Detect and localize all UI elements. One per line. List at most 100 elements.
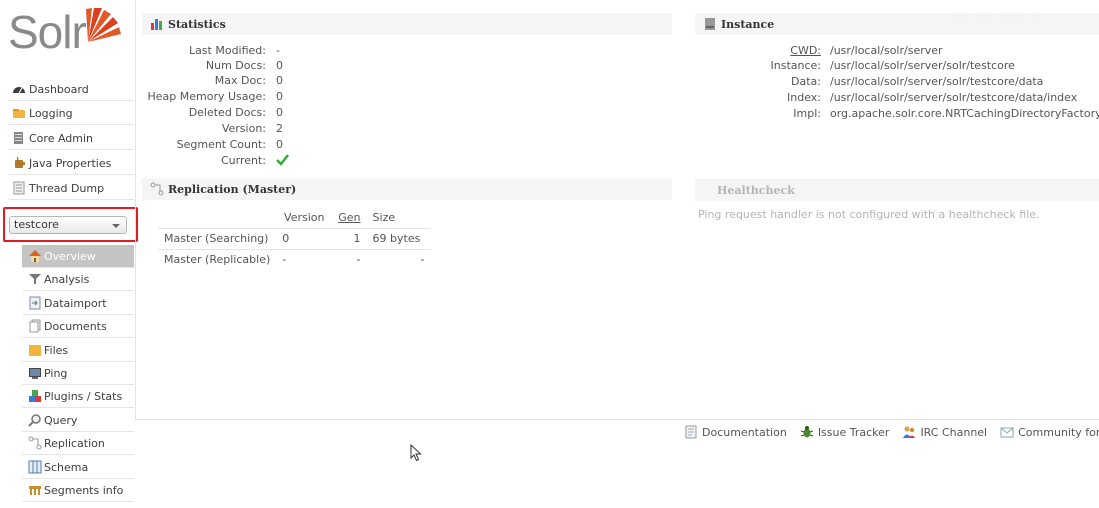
core-menu-item-replication[interactable]: Replication [22, 432, 134, 455]
instance-row-impl: Impl: org.apache.solr.core.NRTCachingDir… [0, 106, 1099, 121]
ping-icon [28, 366, 42, 380]
replication-table: Version Gen Size Master (Searching) 0 1 … [158, 208, 431, 270]
funnel-icon [28, 272, 42, 286]
stat-value: 2 [276, 122, 283, 135]
magnifier-icon [28, 413, 42, 427]
stat-row-current: Current: [0, 153, 400, 168]
stat-label: Version: [221, 122, 266, 135]
stat-row-segment-count: Segment Count: 0 [0, 137, 400, 152]
bar-chart-icon [150, 17, 164, 31]
core-selector-highlight: testcore [3, 207, 138, 242]
core-menu-label: Segments info [44, 483, 124, 497]
instance-row-index: Index: /usr/local/solr/server/solr/testc… [0, 90, 1099, 105]
bug-icon [800, 425, 814, 439]
table-row: Master (Replicable) - - - [158, 249, 431, 270]
instance-label: Impl: [793, 107, 821, 120]
footer-link-community-forum[interactable]: Community forur [1000, 425, 1099, 439]
table-header-row: Version Gen Size [158, 208, 431, 228]
thread-dump-icon [12, 181, 26, 195]
healthcheck-message: Ping request handler is not configured w… [698, 208, 1040, 221]
instance-row-instance: Instance: /usr/local/solr/server/solr/te… [0, 58, 1099, 73]
footer-links: Documentation Issue Tracker IRC Channel … [684, 423, 1099, 441]
row-size: - [420, 253, 425, 267]
core-selector-value: testcore [14, 218, 59, 231]
core-menu-item-overview[interactable]: Overview [22, 245, 134, 268]
replication-icon [150, 182, 164, 196]
stat-row-version: Version: 2 [0, 121, 400, 136]
stat-value: 0 [276, 138, 283, 151]
instance-row-cwd: CWD: /usr/local/solr/server [0, 43, 1099, 58]
core-menu-label: Files [44, 343, 69, 357]
footer-link-irc-channel[interactable]: IRC Channel [902, 425, 987, 439]
stat-label: Current: [220, 154, 266, 167]
footer-link-documentation[interactable]: Documentation [684, 425, 787, 439]
instance-value: /usr/local/solr/server [830, 44, 943, 57]
core-menu-item-files[interactable]: Files [22, 339, 134, 362]
instance-value: org.apache.solr.core.NRTCachingDirectory… [830, 107, 1099, 120]
instance-label: Data: [791, 75, 821, 88]
irc-icon [902, 425, 916, 439]
documentation-icon [684, 425, 698, 439]
sidebar-item-thread-dump[interactable]: Thread Dump [8, 177, 134, 200]
instance-title: Instance [721, 17, 775, 31]
core-menu-item-analysis[interactable]: Analysis [22, 268, 134, 291]
core-menu-item-dataimport[interactable]: Dataimport [22, 292, 134, 315]
core-menu-item-documents[interactable]: Documents [22, 315, 134, 338]
healthcheck-title: Healthcheck [717, 183, 795, 197]
instance-row-data: Data: /usr/local/solr/server/solr/testco… [0, 74, 1099, 89]
footer-link-issue-tracker[interactable]: Issue Tracker [800, 425, 890, 439]
instance-label: CWD: [790, 44, 821, 57]
row-gen: 1 [332, 227, 367, 250]
core-selector-dropdown[interactable]: testcore [9, 216, 127, 234]
core-menu-label: Schema [44, 460, 89, 474]
healthcheck-header: Healthcheck [695, 179, 1099, 201]
core-menu-item-segments-info[interactable]: Segments info [22, 479, 134, 502]
chevron-down-icon [112, 224, 120, 228]
table-row: Master (Searching) 0 1 69 bytes [158, 227, 431, 250]
row-name: Master (Searching) [158, 227, 277, 250]
row-version: 0 [276, 227, 333, 250]
core-menu-label: Replication [44, 436, 105, 450]
instance-value: /usr/local/solr/server/solr/testcore/dat… [830, 75, 1044, 88]
row-size: 69 bytes [366, 227, 431, 250]
mouse-cursor-icon [410, 443, 422, 465]
core-menu-label: Dataimport [44, 296, 107, 310]
footer-link-label: Issue Tracker [817, 425, 890, 439]
instance-icon [703, 17, 717, 31]
instance-label: Instance: [770, 59, 822, 72]
instance-value: /usr/local/solr/server/solr/testcore/dat… [830, 91, 1078, 104]
checkmark-icon [276, 154, 289, 170]
core-menu-item-schema[interactable]: Schema [22, 456, 134, 479]
footer-link-label: Community forur [1018, 425, 1099, 439]
instance-label: Index: [787, 91, 821, 104]
core-menu-label: Analysis [44, 272, 90, 286]
plugins-icon [28, 389, 42, 403]
segments-icon [28, 483, 42, 497]
row-gen: - [356, 253, 361, 267]
statistics-header: Statistics [142, 13, 672, 35]
core-menu-label: Plugins / Stats [44, 389, 123, 403]
core-menu-item-query[interactable]: Query [22, 409, 134, 432]
core-menu-label: Documents [44, 319, 107, 333]
core-menu-label: Overview [44, 249, 96, 263]
column-header-size: Size [372, 211, 396, 225]
replication-icon [28, 436, 42, 450]
core-menu-item-plugins-stats[interactable]: Plugins / Stats [22, 385, 134, 408]
row-version: - [282, 253, 287, 267]
dataimport-icon [28, 296, 42, 310]
folder-icon [28, 343, 42, 357]
documents-icon [28, 319, 42, 333]
footer-link-label: Documentation [702, 425, 787, 439]
column-header-gen: Gen [338, 211, 361, 225]
statistics-title: Statistics [168, 17, 226, 31]
replication-header: Replication (Master) [142, 178, 672, 200]
core-menu-label: Ping [44, 366, 68, 380]
core-menu-item-ping[interactable]: Ping [22, 362, 134, 385]
home-icon [28, 249, 42, 263]
column-header-name [158, 208, 276, 228]
sidebar-item-label: Thread Dump [29, 181, 105, 195]
replication-title: Replication (Master) [168, 182, 297, 196]
row-name: Master (Replicable) [164, 253, 271, 267]
stat-label: Segment Count: [176, 138, 266, 151]
instance-value: /usr/local/solr/server/solr/testcore [830, 59, 1015, 72]
